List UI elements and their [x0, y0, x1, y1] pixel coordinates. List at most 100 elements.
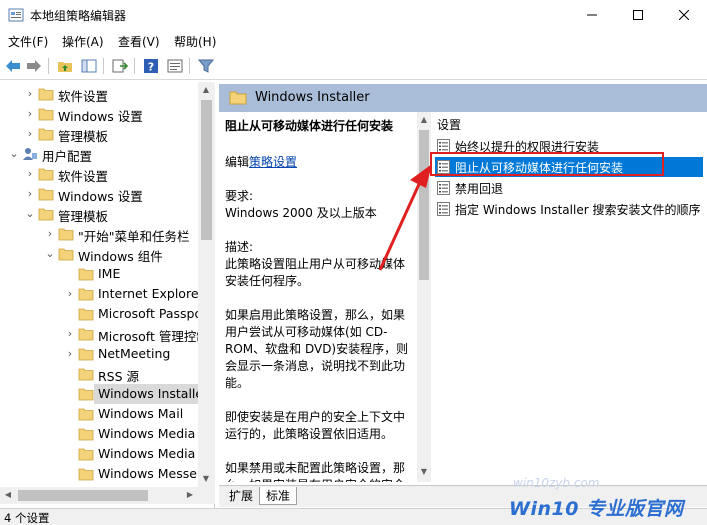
- tree-item-label: 软件设置: [58, 169, 109, 184]
- tree-item[interactable]: IME: [0, 264, 200, 284]
- tree-item[interactable]: › Internet Explorer: [0, 284, 204, 304]
- policy-setting-icon: [437, 139, 450, 153]
- setting-row[interactable]: 禁用回退: [435, 178, 703, 198]
- tree-item[interactable]: ⌄ Windows 组件: [0, 244, 200, 264]
- description-line: 会显示一条消息，说明找不到此功: [225, 359, 406, 373]
- desc-scroll-up-arrow-icon[interactable]: ▲: [416, 112, 432, 128]
- view-tabs: 扩展 标准: [219, 485, 707, 507]
- folder-icon: [38, 108, 54, 121]
- forward-button[interactable]: [24, 56, 44, 76]
- tree-item[interactable]: › Windows 设置: [0, 184, 200, 204]
- folder-icon: [78, 368, 94, 381]
- expand-chevron-icon[interactable]: ›: [64, 287, 76, 301]
- tree-hscrollbar[interactable]: ◀ ▶: [0, 487, 215, 504]
- folder-icon: [78, 448, 94, 461]
- tree-item[interactable]: › Microsoft 管理控制台: [0, 324, 214, 344]
- folder-icon: [38, 208, 54, 221]
- expand-chevron-icon[interactable]: ›: [24, 127, 36, 141]
- menu-view[interactable]: 查看(V): [118, 33, 160, 50]
- tree-item[interactable]: ⌄ 用户配置: [0, 144, 200, 164]
- desc-scroll-down-arrow-icon[interactable]: ▼: [416, 464, 432, 480]
- filter-button[interactable]: [196, 56, 216, 76]
- scroll-left-arrow-icon[interactable]: ◀: [0, 487, 16, 503]
- folder-icon: [38, 88, 54, 101]
- tree-item[interactable]: › NetMeeting: [0, 344, 200, 364]
- expand-chevron-icon[interactable]: ›: [24, 87, 36, 101]
- tree-item[interactable]: › Windows 设置: [0, 104, 200, 124]
- menu-file[interactable]: 文件(F): [8, 33, 48, 50]
- tree-item[interactable]: Windows Messenger: [0, 464, 214, 484]
- collapse-chevron-icon[interactable]: ⌄: [8, 147, 20, 161]
- description-para-3: 即使安装是在用户的安全上下文中 运行的，此策略设置依旧适用。: [225, 409, 415, 443]
- settings-column-header[interactable]: 设置: [437, 116, 461, 133]
- tree-item-label: "开始"菜单和任务栏: [78, 229, 190, 244]
- folder-icon: [38, 188, 54, 201]
- edit-policy-link[interactable]: 策略设置: [249, 155, 297, 169]
- expand-chevron-icon[interactable]: ›: [24, 187, 36, 201]
- description-para-4: 如果禁用或未配置此策略设置，那么，如果安装是在用户安全的安全: [225, 460, 415, 482]
- tree-item[interactable]: › 软件设置: [0, 84, 200, 104]
- expand-chevron-icon[interactable]: ›: [24, 167, 36, 181]
- details-header-title: Windows Installer: [255, 90, 370, 105]
- menu-action[interactable]: 操作(A): [62, 33, 104, 50]
- expand-chevron-icon[interactable]: ›: [44, 227, 56, 241]
- export-icon: [112, 59, 128, 73]
- export-list-button[interactable]: [110, 56, 130, 76]
- description-line: 如果禁用或未配置此策略设置，那: [225, 461, 406, 475]
- toolbar: ?: [0, 52, 707, 80]
- scroll-right-arrow-icon[interactable]: ▶: [182, 487, 198, 503]
- tree-item[interactable]: Windows Media Player: [0, 444, 214, 464]
- tree-vscrollbar[interactable]: ▲ ▼: [198, 82, 215, 487]
- scroll-up-arrow-icon[interactable]: ▲: [198, 82, 214, 98]
- tree-item[interactable]: › "开始"菜单和任务栏: [0, 224, 200, 244]
- description-line: 如果启用此策略设置，那么，如果: [225, 308, 406, 322]
- folder-icon: [78, 328, 94, 341]
- back-button[interactable]: [3, 56, 23, 76]
- tree-item[interactable]: Microsoft Passport: [0, 304, 212, 324]
- setting-row[interactable]: 指定 Windows Installer 搜索安装文件的顺序: [435, 199, 703, 219]
- edit-prefix: 编辑: [225, 155, 250, 169]
- up-folder-button[interactable]: [55, 56, 75, 76]
- maximize-button[interactable]: [615, 0, 661, 30]
- expand-chevron-icon[interactable]: ›: [64, 347, 76, 361]
- policy-title: 阻止从可移动媒体进行任何安装: [225, 119, 394, 133]
- tree-item-label: Windows 设置: [58, 109, 143, 124]
- collapse-chevron-icon[interactable]: ⌄: [24, 207, 36, 221]
- description-line: 么，如果安装是在用户安全的安全: [225, 477, 415, 482]
- folder-icon: [78, 428, 94, 441]
- tree-item[interactable]: › 管理模板: [0, 124, 200, 144]
- tree-item[interactable]: Windows Media Center: [0, 424, 214, 444]
- folder-icon: [78, 388, 94, 401]
- menu-help[interactable]: 帮助(H): [174, 33, 216, 50]
- tree-item[interactable]: ⌄ 管理模板: [0, 204, 200, 224]
- close-button[interactable]: [661, 0, 707, 30]
- pointer-arrow-icon: [378, 164, 432, 271]
- tree-item[interactable]: RSS 源: [0, 364, 200, 384]
- scroll-down-arrow-icon[interactable]: ▼: [198, 471, 214, 487]
- tree-item[interactable]: › 软件设置: [0, 164, 200, 184]
- tab-extended[interactable]: 扩展: [223, 487, 259, 505]
- folder-icon: [78, 308, 94, 321]
- show-hide-tree-button[interactable]: [79, 56, 99, 76]
- tree-item-label: Windows 设置: [58, 189, 143, 204]
- tree-item-label: Windows 组件: [78, 249, 163, 264]
- help-icon: ?: [144, 59, 158, 74]
- expand-chevron-icon[interactable]: ›: [24, 107, 36, 121]
- collapse-chevron-icon[interactable]: ⌄: [44, 247, 56, 261]
- expand-chevron-icon[interactable]: ›: [64, 327, 76, 341]
- tab-standard[interactable]: 标准: [259, 487, 298, 505]
- tree-item[interactable]: Windows Mail: [0, 404, 200, 424]
- tree-hscroll-thumb[interactable]: [18, 490, 148, 501]
- tree-item-label: RSS 源: [98, 369, 140, 384]
- properties-button[interactable]: [165, 56, 185, 76]
- minimize-button[interactable]: [569, 0, 615, 30]
- status-bar: 4 个设置: [0, 508, 707, 525]
- svg-text:?: ?: [148, 61, 154, 74]
- window-title: 本地组策略编辑器: [30, 9, 127, 23]
- help-button[interactable]: ?: [141, 56, 161, 76]
- tree-item-label: 管理模板: [58, 209, 109, 224]
- details-header: Windows Installer: [219, 84, 707, 112]
- tree-vscroll-thumb[interactable]: [201, 100, 212, 240]
- folder-icon: [38, 128, 54, 141]
- tree-item[interactable]: Windows Installer: [78, 384, 208, 404]
